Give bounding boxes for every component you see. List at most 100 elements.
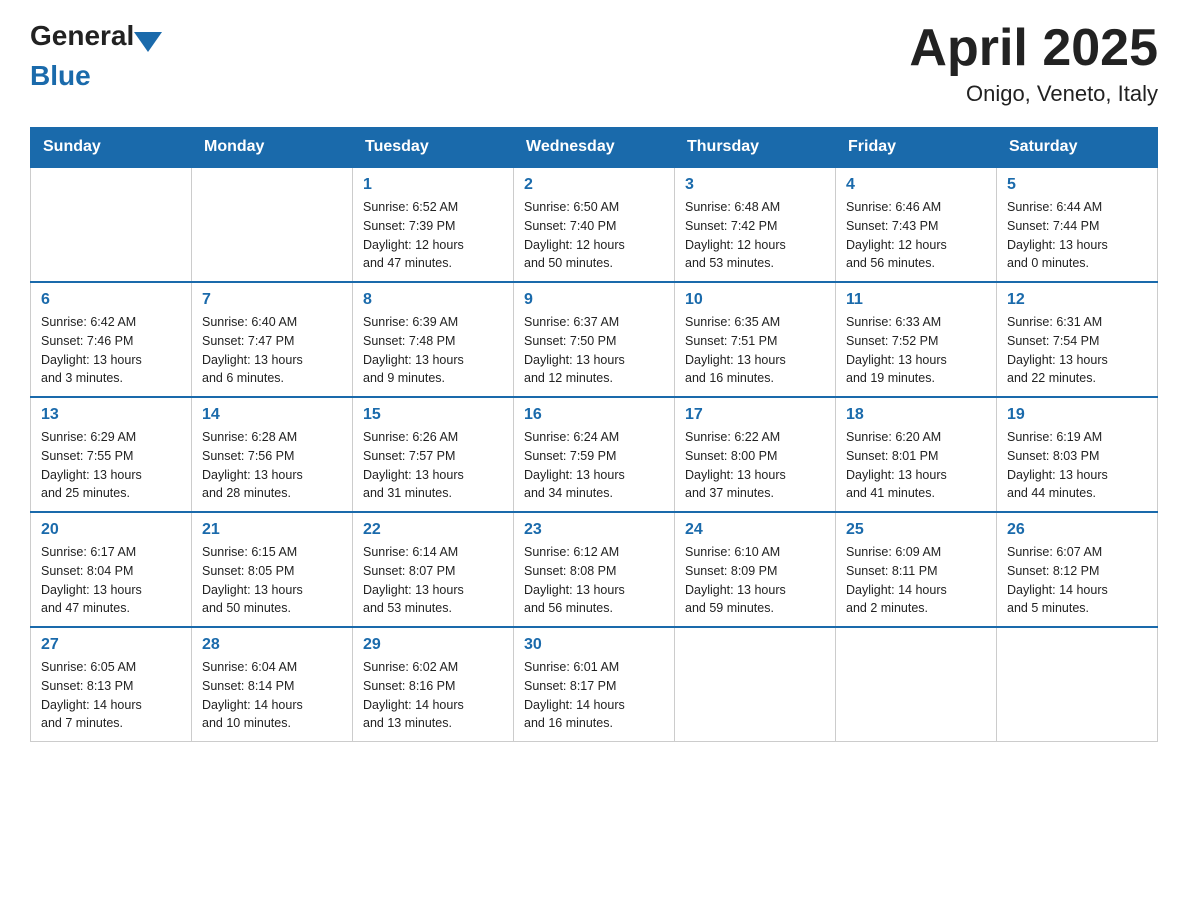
calendar-cell: 24 Sunrise: 6:10 AM Sunset: 8:09 PM Dayli… <box>675 512 836 627</box>
weekday-header-monday: Monday <box>192 128 353 168</box>
day-info: Sunrise: 6:10 AM Sunset: 8:09 PM Dayligh… <box>685 543 825 618</box>
calendar-cell: 7 Sunrise: 6:40 AM Sunset: 7:47 PM Daylig… <box>192 282 353 397</box>
calendar-cell: 26Sunrise: 6:07 AM Sunset: 8:12 PM Dayli… <box>997 512 1158 627</box>
day-info: Sunrise: 6:50 AM Sunset: 7:40 PM Dayligh… <box>524 198 664 273</box>
day-info: Sunrise: 6:48 AM Sunset: 7:42 PM Dayligh… <box>685 198 825 273</box>
day-number: 19 <box>1007 406 1147 424</box>
calendar-week-5: 27 Sunrise: 6:05 AM Sunset: 8:13 PM Dayli… <box>31 627 1158 742</box>
calendar-body: 1 Sunrise: 6:52 AM Sunset: 7:39 PM Daylig… <box>31 167 1158 742</box>
calendar-cell: 12Sunrise: 6:31 AM Sunset: 7:54 PM Dayli… <box>997 282 1158 397</box>
day-number: 28 <box>202 636 342 654</box>
calendar-cell: 23Sunrise: 6:12 AM Sunset: 8:08 PM Dayli… <box>514 512 675 627</box>
day-info: Sunrise: 6:39 AM Sunset: 7:48 PM Dayligh… <box>363 313 503 388</box>
weekday-header-saturday: Saturday <box>997 128 1158 168</box>
day-info: Sunrise: 6:19 AM Sunset: 8:03 PM Dayligh… <box>1007 428 1147 503</box>
calendar-cell <box>836 627 997 742</box>
day-number: 20 <box>41 521 181 539</box>
day-info: Sunrise: 6:09 AM Sunset: 8:11 PM Dayligh… <box>846 543 986 618</box>
day-number: 18 <box>846 406 986 424</box>
calendar-cell: 11Sunrise: 6:33 AM Sunset: 7:52 PM Dayli… <box>836 282 997 397</box>
calendar-cell: 27 Sunrise: 6:05 AM Sunset: 8:13 PM Dayli… <box>31 627 192 742</box>
day-number: 26 <box>1007 521 1147 539</box>
calendar-cell: 3 Sunrise: 6:48 AM Sunset: 7:42 PM Daylig… <box>675 167 836 282</box>
logo-text-general: General <box>30 20 134 52</box>
calendar-cell: 15 Sunrise: 6:26 AM Sunset: 7:57 PM Dayli… <box>353 397 514 512</box>
day-info: Sunrise: 6:01 AM Sunset: 8:17 PM Dayligh… <box>524 658 664 733</box>
day-info: Sunrise: 6:37 AM Sunset: 7:50 PM Dayligh… <box>524 313 664 388</box>
title-block: April 2025 Onigo, Veneto, Italy <box>909 20 1158 107</box>
weekday-header-wednesday: Wednesday <box>514 128 675 168</box>
day-number: 13 <box>41 406 181 424</box>
calendar-cell: 10Sunrise: 6:35 AM Sunset: 7:51 PM Dayli… <box>675 282 836 397</box>
day-number: 15 <box>363 406 503 424</box>
day-number: 2 <box>524 176 664 194</box>
calendar-cell: 1 Sunrise: 6:52 AM Sunset: 7:39 PM Daylig… <box>353 167 514 282</box>
day-info: Sunrise: 6:22 AM Sunset: 8:00 PM Dayligh… <box>685 428 825 503</box>
day-number: 4 <box>846 176 986 194</box>
day-number: 8 <box>363 291 503 309</box>
day-info: Sunrise: 6:24 AM Sunset: 7:59 PM Dayligh… <box>524 428 664 503</box>
day-info: Sunrise: 6:52 AM Sunset: 7:39 PM Dayligh… <box>363 198 503 273</box>
day-info: Sunrise: 6:46 AM Sunset: 7:43 PM Dayligh… <box>846 198 986 273</box>
day-info: Sunrise: 6:44 AM Sunset: 7:44 PM Dayligh… <box>1007 198 1147 273</box>
calendar-cell <box>31 167 192 282</box>
day-number: 30 <box>524 636 664 654</box>
day-number: 9 <box>524 291 664 309</box>
calendar-cell <box>675 627 836 742</box>
calendar-cell: 22Sunrise: 6:14 AM Sunset: 8:07 PM Dayli… <box>353 512 514 627</box>
weekday-header-thursday: Thursday <box>675 128 836 168</box>
calendar-cell: 17 Sunrise: 6:22 AM Sunset: 8:00 PM Dayli… <box>675 397 836 512</box>
day-number: 16 <box>524 406 664 424</box>
day-info: Sunrise: 6:26 AM Sunset: 7:57 PM Dayligh… <box>363 428 503 503</box>
day-number: 14 <box>202 406 342 424</box>
day-number: 1 <box>363 176 503 194</box>
day-number: 17 <box>685 406 825 424</box>
calendar-cell: 29Sunrise: 6:02 AM Sunset: 8:16 PM Dayli… <box>353 627 514 742</box>
day-info: Sunrise: 6:04 AM Sunset: 8:14 PM Dayligh… <box>202 658 342 733</box>
day-info: Sunrise: 6:20 AM Sunset: 8:01 PM Dayligh… <box>846 428 986 503</box>
day-number: 12 <box>1007 291 1147 309</box>
day-info: Sunrise: 6:15 AM Sunset: 8:05 PM Dayligh… <box>202 543 342 618</box>
day-number: 10 <box>685 291 825 309</box>
logo: General Blue <box>30 20 162 92</box>
day-number: 24 <box>685 521 825 539</box>
calendar-cell: 14 Sunrise: 6:28 AM Sunset: 7:56 PM Dayli… <box>192 397 353 512</box>
day-info: Sunrise: 6:29 AM Sunset: 7:55 PM Dayligh… <box>41 428 181 503</box>
day-number: 5 <box>1007 176 1147 194</box>
day-info: Sunrise: 6:05 AM Sunset: 8:13 PM Dayligh… <box>41 658 181 733</box>
day-number: 22 <box>363 521 503 539</box>
calendar-cell: 2 Sunrise: 6:50 AM Sunset: 7:40 PM Daylig… <box>514 167 675 282</box>
calendar-cell <box>997 627 1158 742</box>
day-number: 25 <box>846 521 986 539</box>
weekday-header-tuesday: Tuesday <box>353 128 514 168</box>
day-number: 11 <box>846 291 986 309</box>
calendar-header: SundayMondayTuesdayWednesdayThursdayFrid… <box>31 128 1158 168</box>
calendar-cell: 8 Sunrise: 6:39 AM Sunset: 7:48 PM Daylig… <box>353 282 514 397</box>
logo-triangle-icon <box>134 32 162 52</box>
calendar-table: SundayMondayTuesdayWednesdayThursdayFrid… <box>30 127 1158 742</box>
calendar-cell: 4 Sunrise: 6:46 AM Sunset: 7:43 PM Daylig… <box>836 167 997 282</box>
calendar-cell: 21 Sunrise: 6:15 AM Sunset: 8:05 PM Dayli… <box>192 512 353 627</box>
calendar-cell: 28 Sunrise: 6:04 AM Sunset: 8:14 PM Dayli… <box>192 627 353 742</box>
calendar-cell: 18 Sunrise: 6:20 AM Sunset: 8:01 PM Dayli… <box>836 397 997 512</box>
weekday-header-row: SundayMondayTuesdayWednesdayThursdayFrid… <box>31 128 1158 168</box>
calendar-cell <box>192 167 353 282</box>
calendar-cell: 20Sunrise: 6:17 AM Sunset: 8:04 PM Dayli… <box>31 512 192 627</box>
day-number: 21 <box>202 521 342 539</box>
day-info: Sunrise: 6:40 AM Sunset: 7:47 PM Dayligh… <box>202 313 342 388</box>
calendar-cell: 9 Sunrise: 6:37 AM Sunset: 7:50 PM Daylig… <box>514 282 675 397</box>
day-info: Sunrise: 6:28 AM Sunset: 7:56 PM Dayligh… <box>202 428 342 503</box>
calendar-week-2: 6Sunrise: 6:42 AM Sunset: 7:46 PM Daylig… <box>31 282 1158 397</box>
calendar-cell: 16 Sunrise: 6:24 AM Sunset: 7:59 PM Dayli… <box>514 397 675 512</box>
calendar-cell: 13 Sunrise: 6:29 AM Sunset: 7:55 PM Dayli… <box>31 397 192 512</box>
day-number: 7 <box>202 291 342 309</box>
calendar-cell: 19 Sunrise: 6:19 AM Sunset: 8:03 PM Dayli… <box>997 397 1158 512</box>
day-number: 3 <box>685 176 825 194</box>
weekday-header-friday: Friday <box>836 128 997 168</box>
calendar-subtitle: Onigo, Veneto, Italy <box>909 81 1158 107</box>
calendar-cell: 5 Sunrise: 6:44 AM Sunset: 7:44 PM Daylig… <box>997 167 1158 282</box>
day-info: Sunrise: 6:02 AM Sunset: 8:16 PM Dayligh… <box>363 658 503 733</box>
calendar-week-4: 20Sunrise: 6:17 AM Sunset: 8:04 PM Dayli… <box>31 512 1158 627</box>
calendar-week-3: 13 Sunrise: 6:29 AM Sunset: 7:55 PM Dayli… <box>31 397 1158 512</box>
day-number: 27 <box>41 636 181 654</box>
